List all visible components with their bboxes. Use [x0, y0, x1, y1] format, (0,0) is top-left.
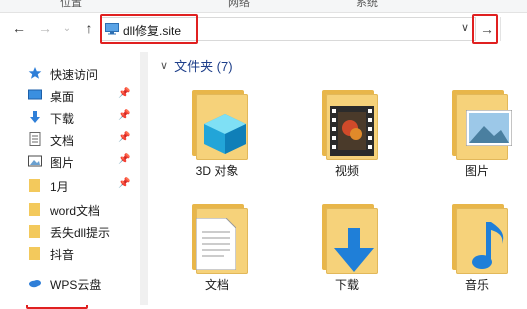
go-button-highlight-box [472, 14, 498, 44]
navigation-pane: 快速访问 桌面 📌 下载 📌 文档 📌 图片 📌 1月 📌 word文档 丢失d… [0, 52, 140, 305]
sidebar-item-label: 文档 [50, 134, 75, 148]
download-icon [30, 111, 40, 123]
star-icon [28, 67, 42, 79]
pin-icon[interactable]: 📌 [118, 88, 130, 99]
sidebar-item-word-docs[interactable]: word文档 [0, 198, 140, 220]
pin-icon[interactable]: 📌 [118, 110, 130, 121]
sidebar-item-douyin[interactable]: 抖音 [0, 242, 140, 264]
forward-button[interactable]: → [36, 19, 54, 37]
sidebar-item-downloads[interactable]: 下载 📌 [0, 106, 140, 128]
sidebar-item-label: 桌面 [50, 90, 75, 104]
tile-label: 音乐 [464, 278, 489, 292]
content-pane: ∨ 文件夹 (7) 3D 对象 视频 图片 文档 下载 音乐 [150, 52, 527, 305]
folder-icon [29, 247, 40, 260]
back-arrow-icon: ← [12, 20, 26, 36]
folder-tile-videos[interactable]: 视频 [292, 88, 402, 188]
address-dropdown-icon[interactable]: ∨ [461, 21, 469, 34]
forward-arrow-icon: → [38, 20, 52, 36]
chevron-down-icon: ∨ [160, 60, 169, 72]
recent-locations-button[interactable]: ⌄ [58, 19, 76, 37]
folder-icon [29, 225, 40, 238]
picture-icon [28, 155, 42, 167]
address-highlight-box [100, 14, 198, 44]
up-button[interactable]: ↑ [80, 19, 98, 37]
folder-tile-downloads[interactable]: 下载 [292, 202, 402, 302]
sidebar-item-documents[interactable]: 文档 📌 [0, 128, 140, 150]
back-button[interactable]: ← [10, 19, 28, 37]
videos-folder-icon [318, 88, 382, 160]
ribbon-strip: 位置 网络 系统 [0, 0, 527, 13]
ribbon-group-system[interactable]: 系统 [356, 0, 378, 10]
tile-label: 下载 [334, 278, 359, 292]
sidebar-item-label: 丢失dll提示 [50, 226, 111, 240]
folder-tile-documents[interactable]: 文档 [162, 202, 272, 302]
desktop-icon [28, 89, 42, 100]
navigation-bar: ← → ⌄ ↑ dll修复.site ∨ → [0, 13, 527, 45]
sidebar-item-wps-cloud[interactable]: WPS云盘 [0, 272, 140, 294]
sidebar-scrollbar[interactable] [140, 52, 148, 305]
chevron-down-icon: ⌄ [62, 22, 72, 34]
folder-tile-music[interactable]: 音乐 [422, 202, 527, 302]
3d-objects-folder-icon [188, 88, 252, 160]
ribbon-group-location[interactable]: 位置 [60, 0, 82, 10]
pictures-folder-icon [448, 88, 512, 160]
ribbon-group-network[interactable]: 网络 [228, 0, 250, 10]
sidebar-item-quick-access[interactable]: 快速访问 [0, 62, 140, 84]
folders-section-header[interactable]: ∨ 文件夹 (7) [160, 56, 233, 75]
up-arrow-icon: ↑ [85, 20, 93, 36]
document-icon [29, 132, 41, 146]
section-title: 文件夹 (7) [174, 59, 233, 74]
documents-folder-icon [188, 202, 252, 274]
pin-icon[interactable]: 📌 [118, 132, 130, 143]
sidebar-item-label: 1月 [50, 180, 69, 194]
sidebar-item-label: WPS云盘 [50, 278, 102, 292]
music-folder-icon [448, 202, 512, 274]
sidebar-item-label: 下载 [50, 112, 75, 126]
cloud-icon [29, 280, 41, 288]
tile-label: 文档 [204, 278, 229, 292]
pin-icon[interactable]: 📌 [118, 178, 130, 189]
tile-label: 视频 [334, 164, 359, 178]
sidebar-item-label: 图片 [50, 156, 75, 170]
sidebar-item-desktop[interactable]: 桌面 📌 [0, 84, 140, 106]
sidebar-item-jan[interactable]: 1月 📌 [0, 174, 140, 196]
sidebar-item-missing-dll[interactable]: 丢失dll提示 [0, 220, 140, 242]
sidebar-item-label: 快速访问 [50, 68, 99, 82]
tile-label: 图片 [464, 164, 489, 178]
folder-icon [29, 203, 40, 216]
downloads-folder-icon [318, 202, 382, 274]
search-box-edge[interactable] [500, 17, 527, 41]
folder-icon [29, 179, 40, 192]
sidebar-item-label: 抖音 [50, 248, 75, 262]
tile-label: 3D 对象 [195, 164, 239, 178]
sidebar-item-label: word文档 [50, 204, 101, 218]
folder-tile-pictures[interactable]: 图片 [422, 88, 527, 188]
sidebar-item-pictures[interactable]: 图片 📌 [0, 150, 140, 172]
folder-tile-3d-objects[interactable]: 3D 对象 [162, 88, 272, 188]
pin-icon[interactable]: 📌 [118, 154, 130, 165]
